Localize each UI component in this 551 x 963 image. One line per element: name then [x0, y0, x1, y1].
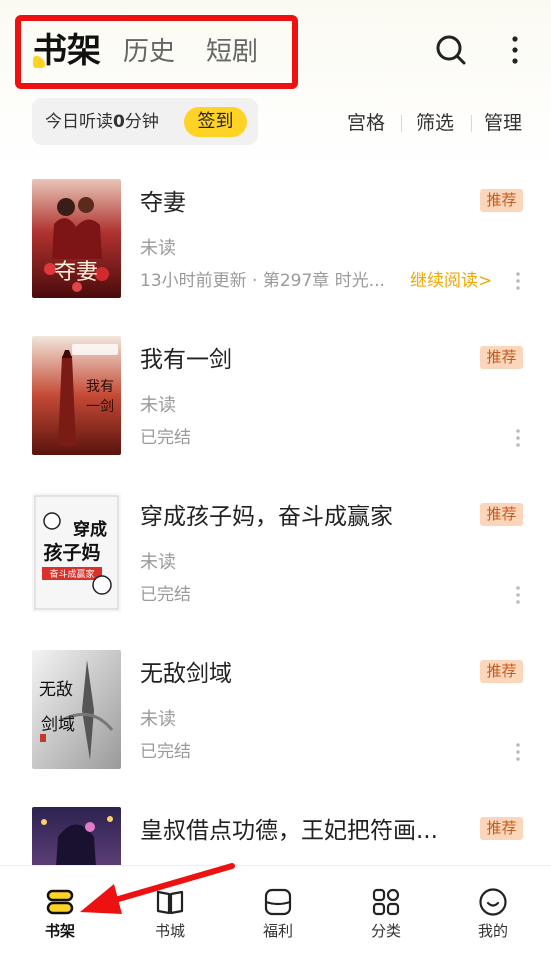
nav-label: 福利 [262, 922, 293, 940]
recommend-badge: 推荐 [480, 189, 523, 212]
gift-box-icon [264, 888, 292, 916]
book-item[interactable]: 穿成 孩子妈 奋斗成赢家 穿成孩子妈，奋斗成赢家 推荐 未读 已完结 [0, 493, 551, 649]
more-options-icon[interactable] [508, 269, 528, 293]
nav-profile[interactable]: 我的 [438, 866, 548, 949]
divider [471, 115, 472, 132]
more-options-icon[interactable] [508, 426, 528, 450]
update-info: 13小时前更新 · 第297章 时光... [140, 271, 385, 291]
nav-label: 书架 [44, 922, 75, 940]
book-title: 我有一剑 [140, 347, 232, 373]
book-item[interactable]: 无敌 剑域 无敌剑域 推荐 未读 已完结 [0, 650, 551, 806]
book-title: 无敌剑域 [140, 661, 232, 687]
svg-text:剑域: 剑域 [41, 715, 75, 735]
read-status: 未读 [140, 395, 176, 416]
nav-bookstore[interactable]: 书城 [115, 866, 225, 949]
book-title: 皇叔借点功德，王妃把符画... [140, 818, 438, 844]
completion-status: 已完结 [140, 742, 191, 762]
svg-text:一剑: 一剑 [86, 399, 114, 415]
book-cover[interactable]: 夺妻 [32, 179, 121, 298]
recommend-badge: 推荐 [480, 503, 523, 526]
manage-option[interactable]: 管理 [484, 110, 522, 136]
divider [401, 115, 402, 132]
book-cover[interactable]: 无敌 剑域 [32, 650, 121, 769]
nav-label: 分类 [370, 922, 401, 940]
continue-reading-link[interactable]: 继续阅读> [410, 268, 492, 294]
listen-time-text: 今日听读0分钟 [45, 112, 159, 132]
nav-label: 我的 [477, 922, 508, 940]
top-header: 书架 历史 短剧 [0, 0, 551, 95]
search-icon[interactable] [431, 30, 471, 70]
check-in-button[interactable]: 签到 [184, 107, 247, 137]
svg-text:奋斗成赢家: 奋斗成赢家 [49, 568, 94, 580]
more-options-icon[interactable] [508, 583, 528, 607]
bottom-navigation: 书架 书城 福利 分类 我的 [0, 865, 551, 949]
nav-label: 书城 [154, 922, 185, 940]
tabs-highlight-box [15, 15, 298, 89]
grid-icon [372, 888, 400, 916]
svg-text:我有: 我有 [86, 379, 114, 395]
completion-status: 已完结 [140, 428, 191, 448]
book-cover[interactable]: 穿成 孩子妈 奋斗成赢家 [32, 493, 121, 612]
read-status: 未读 [140, 709, 176, 730]
nav-bookshelf[interactable]: 书架 [5, 866, 115, 949]
book-title: 夺妻 [140, 190, 186, 216]
read-status: 未读 [140, 238, 176, 259]
svg-text:无敌: 无敌 [39, 680, 73, 700]
filter-option[interactable]: 筛选 [416, 110, 454, 136]
nav-benefits[interactable]: 福利 [223, 866, 333, 949]
nav-categories[interactable]: 分类 [331, 866, 441, 949]
read-status: 未读 [140, 552, 176, 573]
book-title: 穿成孩子妈，奋斗成赢家 [140, 504, 393, 530]
recommend-badge: 推荐 [480, 660, 523, 683]
recommend-badge: 推荐 [480, 346, 523, 369]
svg-text:夺妻: 夺妻 [54, 260, 98, 285]
bookshelf-icon [46, 889, 74, 915]
svg-text:孩子妈: 孩子妈 [43, 541, 100, 564]
recommend-badge: 推荐 [480, 817, 523, 840]
book-item[interactable]: 夺妻 夺妻 推荐 未读 13小时前更新 · 第297章 时光... 继续阅读> [0, 179, 551, 335]
completion-status: 已完结 [140, 585, 191, 605]
book-icon [156, 890, 184, 915]
book-item[interactable]: 我有 一剑 我有一剑 推荐 未读 已完结 [0, 336, 551, 492]
listen-time-pill: 今日听读0分钟 签到 [32, 98, 258, 145]
book-cover[interactable]: 我有 一剑 [32, 336, 121, 455]
more-options-icon[interactable] [508, 740, 528, 764]
more-vertical-icon[interactable] [495, 30, 535, 70]
smile-face-icon [479, 888, 507, 916]
svg-text:穿成: 穿成 [73, 519, 107, 540]
grid-view-option[interactable]: 宫格 [347, 110, 385, 136]
